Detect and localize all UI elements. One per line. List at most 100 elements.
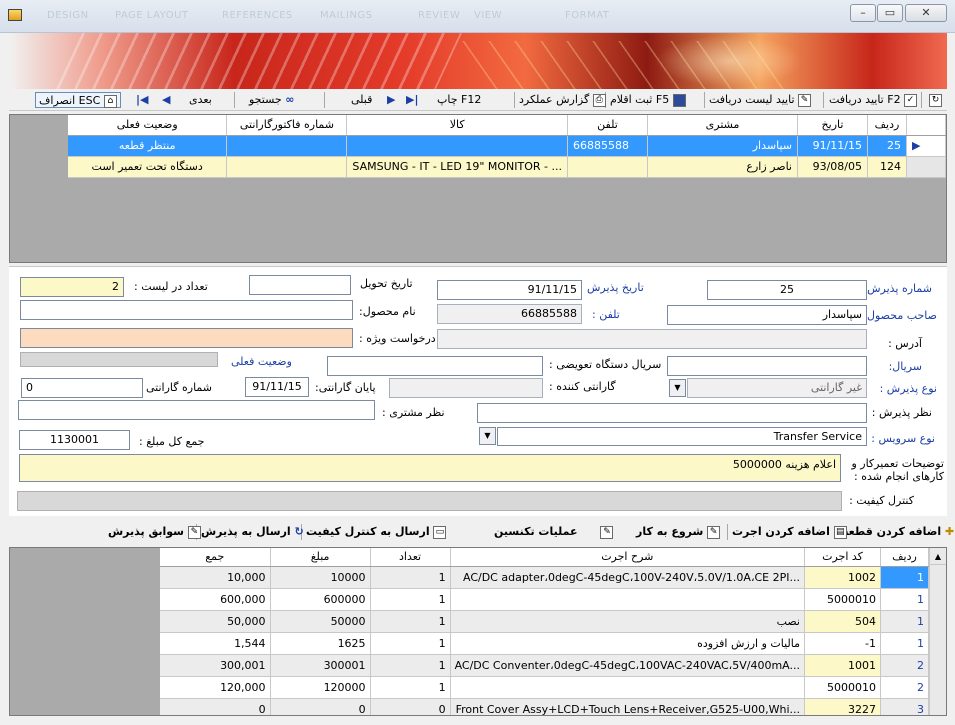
table-row[interactable]: 0 0 0 Front Cover Assy+LCD+Touch Lens+Recei… bbox=[160, 698, 929, 715]
start-work-button[interactable]: شروع به کار ✎ bbox=[636, 525, 721, 539]
cell-sum[interactable]: 120,000 bbox=[160, 676, 271, 699]
add-part-button[interactable]: اضافه کردن قطعه ✚ bbox=[842, 525, 954, 538]
cell-amount[interactable]: 50000 bbox=[270, 610, 371, 633]
receive-confirm-button[interactable]: تایید دریافت F2 ✓ bbox=[829, 92, 918, 108]
maximize-button[interactable]: ▭ bbox=[877, 4, 903, 22]
cell-labor-desc[interactable]: نصب bbox=[450, 610, 806, 633]
col-header-date[interactable]: تاریخ bbox=[797, 115, 868, 136]
col-header-row[interactable]: ردیف bbox=[867, 115, 907, 136]
cell-labor-desc[interactable]: Front Cover Assy+LCD+Touch Lens+Receiver… bbox=[450, 698, 806, 715]
repair-desc-field[interactable]: اعلام هزینه 5000000 bbox=[19, 454, 841, 482]
register-items-button[interactable]: ثبت اقلام F5 bbox=[610, 92, 686, 108]
cell-labor-code[interactable]: 5000010 bbox=[804, 588, 881, 611]
col-header-labor-desc[interactable]: شرح اجرت bbox=[450, 548, 806, 567]
performance-report-button[interactable]: گزارش عملکرد ⎙ bbox=[519, 92, 606, 108]
replacement-serial-field[interactable] bbox=[327, 356, 543, 376]
print-button[interactable]: چاپ F12 bbox=[437, 92, 481, 108]
cell-amount[interactable]: 1625 bbox=[270, 632, 371, 655]
history-button[interactable]: سوابق پذیرش ✎ bbox=[108, 525, 201, 539]
customer-opinion-field[interactable] bbox=[18, 400, 375, 420]
reception-no-field[interactable]: 25 bbox=[707, 280, 867, 300]
prev-button[interactable]: قبلی bbox=[351, 92, 372, 108]
table-row[interactable]: 120,000 120000 1 5000010 2 bbox=[160, 676, 929, 699]
row-pointer-icon[interactable]: ▶ bbox=[906, 135, 946, 157]
col-header-amount[interactable]: مبلغ bbox=[270, 548, 371, 567]
guarantor-field[interactable] bbox=[389, 378, 543, 398]
cell-amount[interactable]: 10000 bbox=[270, 566, 371, 589]
col-header-row[interactable]: ردیف bbox=[880, 548, 929, 567]
table-row[interactable]: 10,000 10000 1 AC/DC adapter،0degC-45degC،1… bbox=[160, 566, 929, 589]
cell-amount[interactable]: 0 bbox=[270, 698, 371, 715]
cell-qty[interactable]: 0 bbox=[370, 698, 451, 715]
special-request-field[interactable] bbox=[20, 328, 353, 348]
cell-sum[interactable]: 600,000 bbox=[160, 588, 271, 611]
cell-amount[interactable]: 120000 bbox=[270, 676, 371, 699]
refresh-icon[interactable]: ↻ bbox=[929, 92, 942, 108]
close-button[interactable]: ✕ bbox=[905, 4, 947, 22]
cell-status[interactable]: دستگاه تحت تعمیر است bbox=[67, 156, 228, 178]
cell-row[interactable]: 1 bbox=[880, 588, 929, 611]
col-header-product[interactable]: کالا bbox=[346, 115, 568, 136]
cell-labor-code[interactable]: 1001 bbox=[804, 654, 881, 677]
col-header-qty[interactable]: تعداد bbox=[370, 548, 451, 567]
scroll-up-icon[interactable]: ▲ bbox=[930, 548, 946, 565]
cell-labor-code[interactable]: -1 bbox=[804, 632, 881, 655]
list-confirm-button[interactable]: تایید لیست دریافت ✎ bbox=[709, 92, 812, 108]
next-button[interactable]: بعدی bbox=[189, 92, 212, 108]
phone-field[interactable]: 66885588 bbox=[437, 304, 582, 324]
qc-field[interactable] bbox=[17, 491, 842, 511]
cell-labor-code[interactable]: 504 bbox=[804, 610, 881, 633]
cell-sum[interactable]: 0 bbox=[160, 698, 271, 715]
cell-labor-desc[interactable]: AC/DC adapter،0degC-45degC،100V-240V،5.0… bbox=[450, 566, 806, 589]
cell-labor-code[interactable]: 1002 bbox=[804, 566, 881, 589]
cell-phone[interactable]: 66885588 bbox=[567, 135, 648, 157]
cell-row[interactable]: 1 bbox=[880, 566, 929, 589]
row-header[interactable] bbox=[906, 156, 946, 178]
cell-customer[interactable]: ناصر زارع bbox=[647, 156, 798, 178]
cell-labor-desc[interactable]: مالیات و ارزش افزوده bbox=[450, 632, 806, 655]
serial-field[interactable] bbox=[667, 356, 867, 376]
first-record-icon[interactable]: |◀ bbox=[136, 92, 148, 108]
col-header-status[interactable]: وضعیت فعلی bbox=[67, 115, 228, 136]
col-header-labor-code[interactable]: کد اجرت bbox=[804, 548, 881, 567]
col-header-invoice[interactable]: شماره فاکتورگارانتی bbox=[226, 115, 348, 136]
table-row[interactable]: 50,000 50000 1 نصب 504 1 bbox=[160, 610, 929, 633]
cell-qty[interactable]: 1 bbox=[370, 676, 451, 699]
cell-qty[interactable]: 1 bbox=[370, 588, 451, 611]
warranty-no-field[interactable]: 0 bbox=[21, 378, 143, 398]
cell-date[interactable]: 91/11/15 bbox=[797, 135, 868, 157]
cell-qty[interactable]: 1 bbox=[370, 654, 451, 677]
prev-record-icon[interactable]: ◀ bbox=[162, 92, 170, 108]
cell-sum[interactable]: 50,000 bbox=[160, 610, 271, 633]
cancel-button[interactable]: انصراف ESC ⌂ bbox=[35, 92, 121, 108]
cell-sum[interactable]: 1,544 bbox=[160, 632, 271, 655]
list-count-field[interactable]: 2 bbox=[20, 277, 124, 297]
table-row[interactable]: 600,000 600000 1 5000010 1 bbox=[160, 588, 929, 611]
col-header-sum[interactable]: جمع bbox=[160, 548, 271, 567]
cell-sum[interactable]: 300,001 bbox=[160, 654, 271, 677]
table-row[interactable]: منتظر قطعه 66885588 سپاسدار 91/11/15 25 … bbox=[67, 135, 946, 157]
cell-amount[interactable]: 600000 bbox=[270, 588, 371, 611]
cell-row[interactable]: 3 bbox=[880, 698, 929, 715]
send-reception-button[interactable]: ارسال به پذیرش ↻ bbox=[201, 525, 304, 538]
reception-date-field[interactable]: 91/11/15 bbox=[437, 280, 582, 300]
col-header-customer[interactable]: مشتری bbox=[647, 115, 798, 136]
last-record-icon[interactable]: ▶| bbox=[406, 92, 418, 108]
product-name-field[interactable] bbox=[20, 300, 353, 320]
service-type-select[interactable]: Transfer Service bbox=[497, 427, 867, 446]
cell-qty[interactable]: 1 bbox=[370, 610, 451, 633]
cell-row[interactable]: 2 bbox=[880, 654, 929, 677]
tech-ops-button[interactable]: عملیات تکنسین ✎ bbox=[494, 525, 614, 539]
cell-row[interactable]: 25 bbox=[867, 135, 907, 157]
cell-labor-code[interactable]: 3227 bbox=[804, 698, 881, 715]
cell-row[interactable]: 2 bbox=[880, 676, 929, 699]
cell-phone[interactable] bbox=[567, 156, 648, 178]
current-status-field[interactable] bbox=[20, 352, 218, 367]
cell-product[interactable]: SAMSUNG - IT - LED 19" MONITOR - ... bbox=[346, 156, 568, 178]
cell-labor-code[interactable]: 5000010 bbox=[804, 676, 881, 699]
delivery-date-field[interactable] bbox=[249, 275, 351, 295]
total-field[interactable]: 1130001 bbox=[19, 430, 130, 450]
cell-row[interactable]: 124 bbox=[867, 156, 907, 178]
cell-status[interactable]: منتظر قطعه bbox=[67, 135, 228, 157]
cell-amount[interactable]: 300001 bbox=[270, 654, 371, 677]
